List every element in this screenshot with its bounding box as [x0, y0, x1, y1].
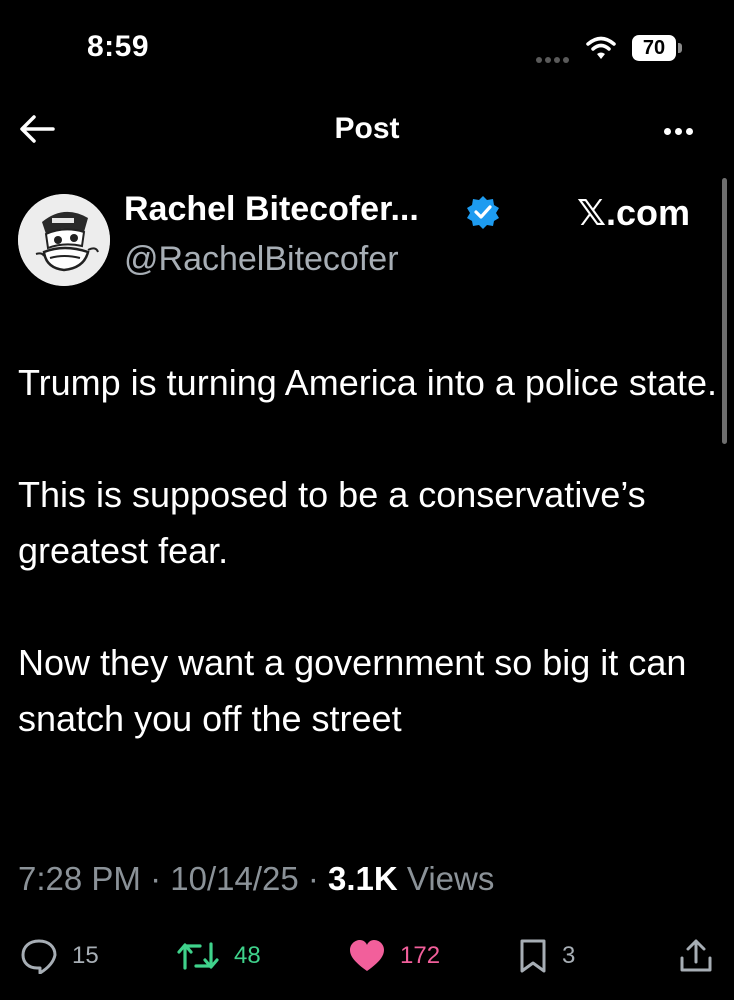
battery-icon: 70 [632, 35, 676, 61]
bookmark-button[interactable]: 3 [518, 938, 575, 974]
reply-icon [21, 939, 57, 974]
reply-button[interactable]: 15 [20, 938, 99, 974]
avatar[interactable] [18, 194, 110, 286]
status-time: 8:59 [87, 30, 150, 63]
repost-count: 48 [234, 942, 261, 969]
share-icon [680, 939, 712, 972]
post-paragraph: This is supposed to be a conservative’s … [18, 474, 646, 571]
bookmark-icon [520, 939, 546, 973]
signal-dots-icon [536, 50, 576, 63]
views-label[interactable]: Views [398, 860, 494, 897]
battery-nub [678, 43, 682, 53]
views-count[interactable]: 3.1K [328, 860, 398, 897]
meta-separator: · [298, 860, 329, 897]
heart-icon [350, 940, 384, 971]
page-title: Post [334, 112, 400, 145]
verified-badge-icon [466, 195, 500, 229]
post-meta: 7:28 PM · 10/14/25 · 3.1K Views [18, 860, 494, 898]
share-button[interactable] [678, 938, 714, 974]
bookmark-count: 3 [562, 942, 576, 969]
post-date: 10/14/25 [170, 860, 299, 897]
repost-icon [177, 942, 219, 970]
post-paragraph: Now they want a government so big it can… [18, 642, 687, 739]
battery-level: 70 [642, 36, 666, 59]
like-button[interactable]: 172 [348, 938, 440, 974]
author-handle[interactable]: @RachelBitecofer [124, 240, 399, 279]
repost-button[interactable]: 48 [176, 938, 261, 974]
scrollbar[interactable] [722, 178, 727, 444]
more-horizontal-icon[interactable] [664, 122, 702, 136]
like-count: 172 [400, 942, 441, 969]
wifi-icon [586, 36, 616, 60]
source-label: 𝕏.com [577, 192, 691, 233]
meta-separator: · [140, 860, 171, 897]
post-text: Trump is turning America into a police s… [18, 355, 718, 747]
post-time: 7:28 PM [18, 860, 141, 897]
reply-count: 15 [72, 942, 99, 969]
author-display-name[interactable]: Rachel Bitecofer... [124, 190, 419, 229]
post-paragraph: Trump is turning America into a police s… [18, 362, 717, 403]
